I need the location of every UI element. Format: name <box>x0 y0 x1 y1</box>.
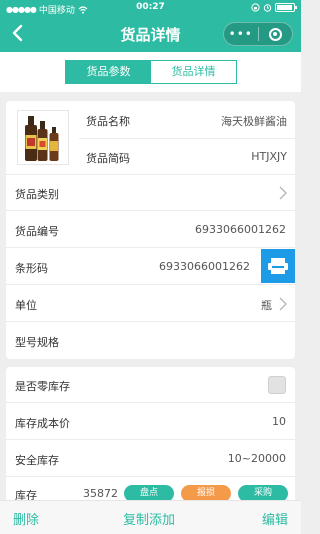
product-abbr-value: HTJXJY <box>251 150 287 163</box>
unit-value: 瓶 <box>261 299 272 312</box>
stock-card: 是否零库存 库存成本价 10 安全库存 10~20000 库存 35872 盘点… <box>6 367 295 504</box>
close-mini-program-button[interactable] <box>259 27 293 41</box>
product-info-card: 货品名称 海天极鲜酱油 货品简码 HTJXJY 货品类别 货品编号 693306… <box>6 101 295 359</box>
category-label: 货品类别 <box>15 188 59 201</box>
zero-stock-checkbox[interactable] <box>268 376 286 394</box>
alarm-icon <box>263 4 272 12</box>
spec-row: 型号规格 <box>6 322 295 359</box>
barcode-label: 条形码 <box>15 262 48 275</box>
product-code-label: 货品编号 <box>15 225 59 238</box>
product-image <box>17 110 69 165</box>
cost-price-label: 库存成本价 <box>15 417 70 430</box>
tab-product-details[interactable]: 货品详情 <box>151 61 236 83</box>
status-right <box>251 3 297 12</box>
tab-product-params[interactable]: 货品参数 <box>66 61 151 83</box>
product-name-value: 海天极鲜酱油 <box>221 115 287 128</box>
battery-icon <box>275 3 297 12</box>
unit-row[interactable]: 单位 瓶 <box>6 285 295 322</box>
product-name-row: 货品名称 海天极鲜酱油 <box>79 101 295 139</box>
delete-button[interactable]: 删除 <box>13 509 39 528</box>
chevron-right-icon <box>279 297 287 311</box>
zero-stock-label: 是否零库存 <box>15 380 70 393</box>
soy-sauce-bottles-image <box>25 116 59 161</box>
safe-stock-value: 10~20000 <box>227 452 286 465</box>
more-icon[interactable]: ••• <box>224 27 258 41</box>
product-code-value: 6933066001262 <box>195 223 286 236</box>
edit-button[interactable]: 编辑 <box>262 509 288 528</box>
product-abbr-label: 货品简码 <box>86 152 130 165</box>
category-row[interactable]: 货品类别 <box>6 175 295 211</box>
barcode-value: 6933066001262 <box>159 260 250 273</box>
mini-program-capsule: ••• <box>223 22 293 46</box>
scan-barcode-button[interactable] <box>261 249 295 283</box>
product-name-label: 货品名称 <box>86 115 130 128</box>
scanner-icon <box>268 258 288 274</box>
target-icon <box>268 27 282 41</box>
status-bar: ●●●●● 中国移动 00:27 <box>0 0 301 16</box>
tabs-bar: 货品参数 货品详情 <box>0 52 301 92</box>
product-code-row: 货品编号 6933066001262 <box>6 211 295 248</box>
lock-rotation-icon <box>251 3 260 12</box>
cost-price-value: 10 <box>272 415 286 428</box>
chevron-right-icon <box>279 186 287 200</box>
unit-label: 单位 <box>15 299 37 312</box>
safe-stock-label: 安全库存 <box>15 454 59 467</box>
bottom-action-bar: 删除 复制添加 编辑 <box>0 500 301 534</box>
safe-stock-row: 安全库存 10~20000 <box>6 440 295 477</box>
barcode-row: 条形码 6933066001262 <box>6 248 295 285</box>
cost-price-row: 库存成本价 10 <box>6 403 295 440</box>
product-abbr-row: 货品简码 HTJXJY <box>79 139 295 174</box>
copy-add-button[interactable]: 复制添加 <box>123 509 175 528</box>
spec-label: 型号规格 <box>15 336 59 349</box>
nav-bar: 货品详情 ••• <box>0 16 301 52</box>
segmented-tabs: 货品参数 货品详情 <box>65 60 237 84</box>
stock-value: 35872 <box>83 487 118 500</box>
zero-stock-row: 是否零库存 <box>6 367 295 403</box>
